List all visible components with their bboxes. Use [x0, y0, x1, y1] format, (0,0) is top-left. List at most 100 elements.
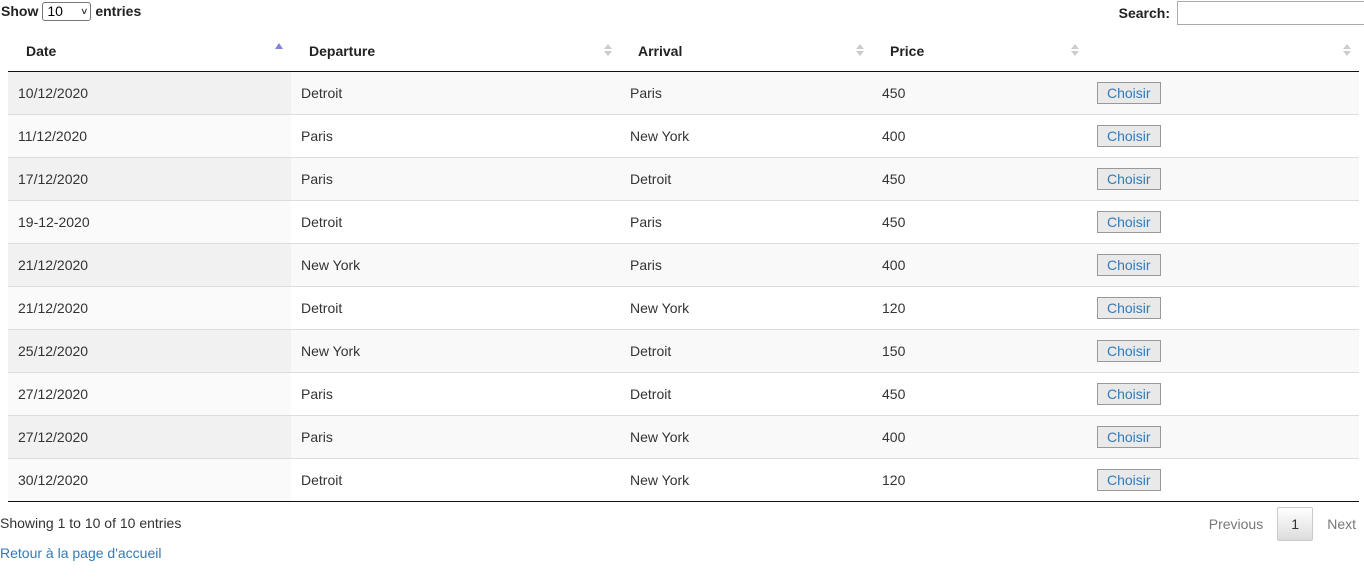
- column-header-arrival[interactable]: Arrival: [620, 30, 872, 72]
- cell-price: 400: [872, 243, 1087, 287]
- column-header-departure[interactable]: Departure: [291, 30, 620, 72]
- cell-departure: Paris: [291, 157, 620, 201]
- cell-departure: Paris: [291, 114, 620, 158]
- cell-price: 400: [872, 415, 1087, 459]
- choose-button[interactable]: Choisir: [1097, 125, 1161, 147]
- column-header-price[interactable]: Price: [872, 30, 1087, 72]
- cell-price: 450: [872, 200, 1087, 244]
- cell-price: 450: [872, 71, 1087, 115]
- home-link[interactable]: Retour à la page d'accueil: [0, 545, 161, 561]
- table-header-row: Date Departure Arrival Price: [8, 30, 1359, 72]
- cell-price: 400: [872, 114, 1087, 158]
- flights-table: Date Departure Arrival Price 10/12/2020 …: [8, 30, 1359, 502]
- cell-arrival: New York: [620, 114, 872, 158]
- search-control: Search:: [1119, 0, 1364, 26]
- cell-price: 450: [872, 372, 1087, 416]
- sort-both-icon: [1071, 44, 1079, 56]
- column-label: Departure: [309, 42, 376, 59]
- table-row: 21/12/2020 New York Paris 400 Choisir: [8, 243, 1359, 287]
- cell-departure: Detroit: [291, 286, 620, 330]
- cell-date: 19-12-2020: [8, 200, 291, 244]
- page-length-control: Show 10 ∨ entries: [1, 1, 141, 21]
- cell-action: Choisir: [1087, 329, 1359, 373]
- cell-action: Choisir: [1087, 286, 1359, 330]
- cell-date: 17/12/2020: [8, 157, 291, 201]
- cell-action: Choisir: [1087, 243, 1359, 287]
- cell-price: 150: [872, 329, 1087, 373]
- cell-departure: New York: [291, 329, 620, 373]
- page-length-select[interactable]: 10 ∨: [42, 1, 92, 21]
- table-row: 21/12/2020 Detroit New York 120 Choisir: [8, 286, 1359, 330]
- choose-button[interactable]: Choisir: [1097, 383, 1161, 405]
- page: Show 10 ∨ entries Search: Date Departure…: [0, 0, 1364, 582]
- cell-action: Choisir: [1087, 114, 1359, 158]
- table-info: Showing 1 to 10 of 10 entries: [0, 515, 182, 531]
- chevron-down-icon: ∨: [79, 5, 89, 16]
- cell-date: 11/12/2020: [8, 114, 291, 158]
- table-row: 27/12/2020 Paris Detroit 450 Choisir: [8, 372, 1359, 416]
- cell-departure: Detroit: [291, 200, 620, 244]
- choose-button[interactable]: Choisir: [1097, 211, 1161, 233]
- cell-departure: Detroit: [291, 71, 620, 115]
- choose-button[interactable]: Choisir: [1097, 168, 1161, 190]
- cell-date: 10/12/2020: [8, 71, 291, 115]
- cell-price: 450: [872, 157, 1087, 201]
- page-button-current[interactable]: 1: [1277, 507, 1314, 541]
- sort-asc-icon: [275, 43, 283, 49]
- cell-arrival: Paris: [620, 71, 872, 115]
- previous-page-button[interactable]: Previous: [1195, 516, 1277, 532]
- column-header-date[interactable]: Date: [8, 30, 291, 72]
- choose-button[interactable]: Choisir: [1097, 340, 1161, 362]
- cell-action: Choisir: [1087, 372, 1359, 416]
- choose-button[interactable]: Choisir: [1097, 82, 1161, 104]
- cell-price: 120: [872, 286, 1087, 330]
- page-length-value: 10: [47, 3, 63, 19]
- cell-action: Choisir: [1087, 200, 1359, 244]
- column-header-action[interactable]: [1087, 30, 1359, 72]
- cell-price: 120: [872, 458, 1087, 502]
- cell-action: Choisir: [1087, 157, 1359, 201]
- sort-both-icon: [1343, 44, 1351, 56]
- entries-label: entries: [95, 3, 142, 19]
- table-row: 17/12/2020 Paris Detroit 450 Choisir: [8, 157, 1359, 201]
- search-label: Search:: [1118, 5, 1170, 21]
- cell-arrival: Paris: [620, 200, 872, 244]
- cell-action: Choisir: [1087, 71, 1359, 115]
- cell-date: 21/12/2020: [8, 286, 291, 330]
- cell-arrival: Paris: [620, 243, 872, 287]
- cell-departure: New York: [291, 243, 620, 287]
- sort-both-icon: [604, 44, 612, 56]
- cell-date: 27/12/2020: [8, 372, 291, 416]
- cell-arrival: Detroit: [620, 372, 872, 416]
- search-input[interactable]: [1177, 1, 1364, 25]
- choose-button[interactable]: Choisir: [1097, 469, 1161, 491]
- table-row: 30/12/2020 Detroit New York 120 Choisir: [8, 458, 1359, 502]
- table-row: 10/12/2020 Detroit Paris 450 Choisir: [8, 71, 1359, 115]
- column-label: Date: [26, 42, 57, 59]
- table-row: 27/12/2020 Paris New York 400 Choisir: [8, 415, 1359, 459]
- next-page-button[interactable]: Next: [1313, 516, 1364, 532]
- pagination: Previous 1 Next: [1195, 506, 1364, 542]
- cell-arrival: Detroit: [620, 157, 872, 201]
- column-label: Arrival: [638, 42, 683, 59]
- cell-arrival: New York: [620, 415, 872, 459]
- cell-arrival: New York: [620, 458, 872, 502]
- cell-date: 30/12/2020: [8, 458, 291, 502]
- cell-date: 27/12/2020: [8, 415, 291, 459]
- cell-action: Choisir: [1087, 458, 1359, 502]
- choose-button[interactable]: Choisir: [1097, 254, 1161, 276]
- choose-button[interactable]: Choisir: [1097, 426, 1161, 448]
- cell-arrival: Detroit: [620, 329, 872, 373]
- cell-departure: Paris: [291, 372, 620, 416]
- cell-date: 21/12/2020: [8, 243, 291, 287]
- table-row: 19-12-2020 Detroit Paris 450 Choisir: [8, 200, 1359, 244]
- cell-date: 25/12/2020: [8, 329, 291, 373]
- column-label: Price: [890, 42, 925, 59]
- cell-arrival: New York: [620, 286, 872, 330]
- table-row: 25/12/2020 New York Detroit 150 Choisir: [8, 329, 1359, 373]
- sort-both-icon: [856, 44, 864, 56]
- table-row: 11/12/2020 Paris New York 400 Choisir: [8, 114, 1359, 158]
- show-label: Show: [1, 3, 39, 19]
- cell-action: Choisir: [1087, 415, 1359, 459]
- choose-button[interactable]: Choisir: [1097, 297, 1161, 319]
